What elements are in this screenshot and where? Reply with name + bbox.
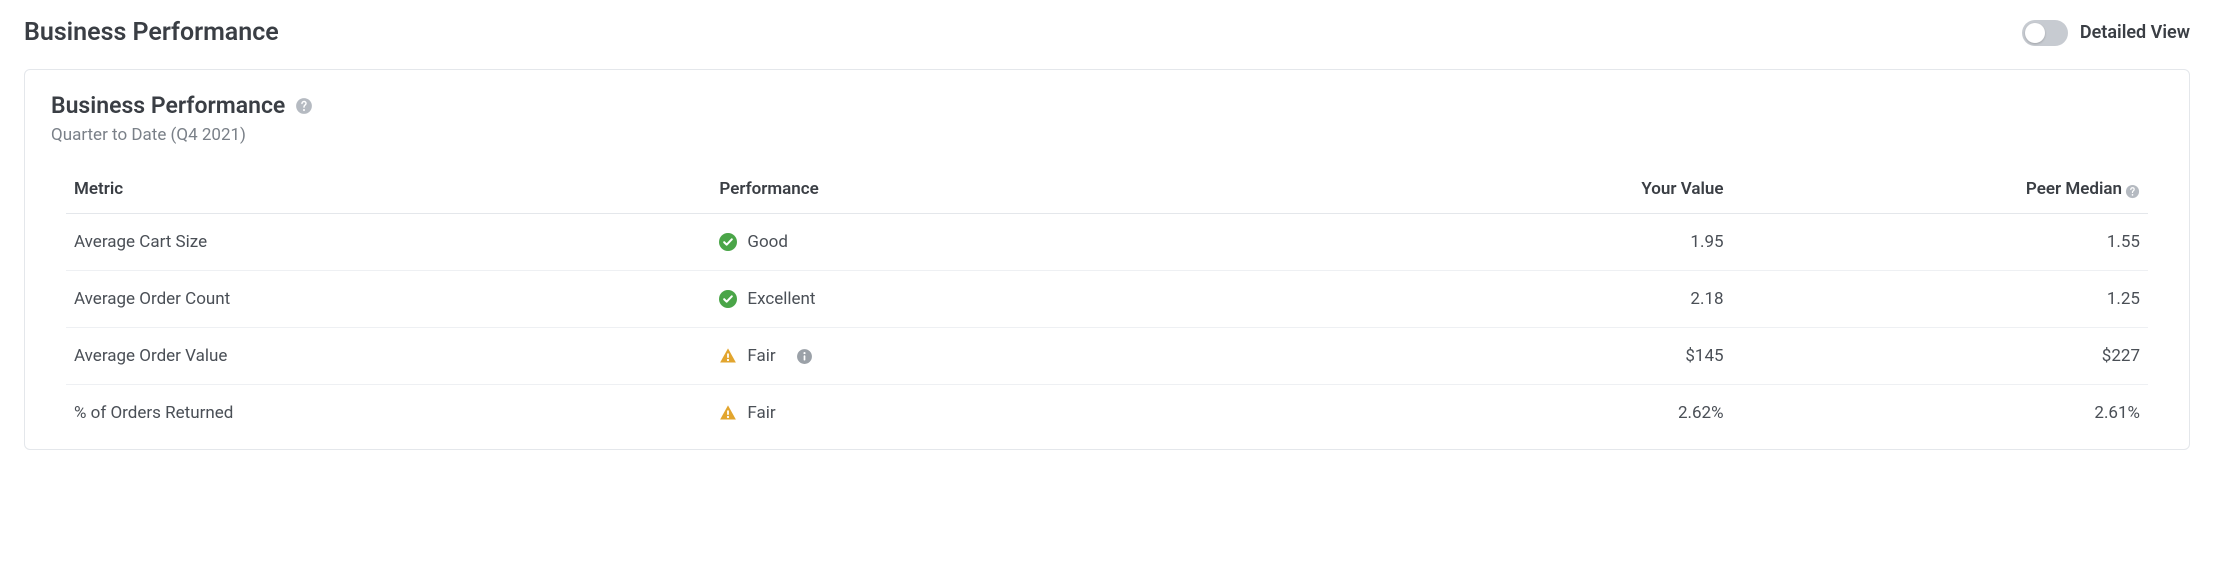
col-header-metric: Metric xyxy=(66,169,711,214)
card-subtitle: Quarter to Date (Q4 2021) xyxy=(51,125,2163,145)
col-header-peer-median-label: Peer Median xyxy=(2026,179,2122,199)
check-circle-icon xyxy=(719,233,737,251)
performance-cell: Fair xyxy=(711,385,1315,442)
peer-median-cell: $227 xyxy=(1732,328,2148,385)
peer-median-cell: 1.55 xyxy=(1732,214,2148,271)
performance-table: Metric Performance Your Value Peer Media… xyxy=(66,169,2148,441)
performance-cell: Excellent xyxy=(711,271,1315,328)
col-header-your-value: Your Value xyxy=(1315,169,1731,214)
metric-cell: Average Order Count xyxy=(66,271,711,328)
help-icon[interactable] xyxy=(2125,184,2140,199)
col-header-peer-median: Peer Median xyxy=(1732,169,2148,214)
metric-cell: % of Orders Returned xyxy=(66,385,711,442)
page-title: Business Performance xyxy=(24,18,279,47)
performance-cell: Good xyxy=(711,214,1315,271)
performance-label: Fair xyxy=(747,346,775,366)
detailed-view-toggle[interactable] xyxy=(2022,20,2068,46)
table-row: Average Order Value Fair $145$227 xyxy=(66,328,2148,385)
detailed-view-label: Detailed View xyxy=(2080,22,2190,43)
card-title: Business Performance xyxy=(51,92,285,119)
toggle-knob xyxy=(2025,23,2045,43)
your-value-cell: 2.62% xyxy=(1315,385,1731,442)
table-row: Average Cart Size Good 1.951.55 xyxy=(66,214,2148,271)
check-circle-icon xyxy=(719,290,737,308)
your-value-cell: 2.18 xyxy=(1315,271,1731,328)
your-value-cell: 1.95 xyxy=(1315,214,1731,271)
peer-median-cell: 2.61% xyxy=(1732,385,2148,442)
metric-cell: Average Cart Size xyxy=(66,214,711,271)
performance-label: Good xyxy=(747,232,788,252)
detailed-view-control: Detailed View xyxy=(2022,20,2190,46)
help-icon[interactable] xyxy=(295,97,313,115)
peer-median-cell: 1.25 xyxy=(1732,271,2148,328)
col-header-performance: Performance xyxy=(711,169,1315,214)
warning-icon xyxy=(719,404,737,422)
info-icon[interactable] xyxy=(796,348,813,365)
table-row: % of Orders Returned Fair 2.62%2.61% xyxy=(66,385,2148,442)
metric-cell: Average Order Value xyxy=(66,328,711,385)
performance-label: Fair xyxy=(747,403,775,423)
your-value-cell: $145 xyxy=(1315,328,1731,385)
table-row: Average Order Count Excellent 2.181.25 xyxy=(66,271,2148,328)
performance-cell: Fair xyxy=(711,328,1315,385)
performance-label: Excellent xyxy=(747,289,815,309)
performance-card: Business Performance Quarter to Date (Q4… xyxy=(24,69,2190,450)
warning-icon xyxy=(719,347,737,365)
